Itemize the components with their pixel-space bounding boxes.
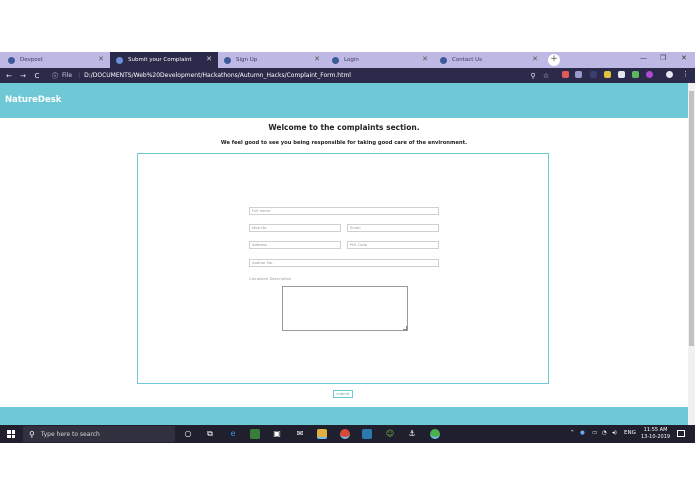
- reload-icon[interactable]: C: [30, 72, 44, 80]
- language-indicator[interactable]: ENG: [624, 430, 636, 436]
- windows-taskbar: ⚲ Type here to search ○ ⧉ e ▣ ✉ ☺ ⚓ ⌃ ● …: [0, 425, 695, 443]
- bluetooth-icon[interactable]: ●: [580, 430, 585, 436]
- full-name-input[interactable]: Full name: [249, 207, 439, 215]
- task-view-icon[interactable]: ⧉: [205, 429, 215, 439]
- scrollbar-thumb[interactable]: [689, 91, 694, 346]
- resize-handle-icon[interactable]: [403, 326, 407, 330]
- pincode-input[interactable]: PIN Code: [347, 241, 439, 249]
- app-icon[interactable]: ⚓: [407, 429, 417, 439]
- taskbar-clock[interactable]: 11:55 AM 13-10-2019: [641, 427, 670, 441]
- close-icon[interactable]: ✕: [422, 55, 428, 63]
- aadhar-number-input[interactable]: Aadhar No.: [249, 259, 439, 267]
- chrome-icon[interactable]: [340, 429, 350, 439]
- extension-icon[interactable]: [632, 71, 639, 78]
- tab-contact-us[interactable]: Contact Us ✕: [434, 52, 544, 68]
- extension-icon[interactable]: [590, 71, 597, 78]
- vscode-icon[interactable]: [362, 429, 372, 439]
- address-bar[interactable]: ⓘ File | D:/DOCUMENTS/Web%20Development/…: [52, 70, 552, 81]
- tab-sign-up[interactable]: Sign Up ✕: [218, 52, 326, 68]
- network-icon[interactable]: ▭: [592, 430, 597, 436]
- page-scrollbar[interactable]: [688, 83, 695, 425]
- info-icon[interactable]: ⓘ: [52, 71, 58, 80]
- close-icon[interactable]: ✕: [532, 55, 538, 63]
- photos-app-icon[interactable]: [250, 429, 260, 439]
- complaint-description-label: Complaint Description: [249, 276, 292, 281]
- mail-icon[interactable]: ✉: [295, 429, 305, 439]
- separator: |: [78, 72, 81, 79]
- url-text: D:/DOCUMENTS/Web%20Development/Hackathon…: [84, 72, 351, 79]
- app-icon[interactable]: [430, 429, 440, 439]
- windows-start-icon[interactable]: [7, 430, 15, 438]
- file-explorer-icon[interactable]: [317, 429, 327, 439]
- devpost-favicon-icon: [8, 56, 15, 64]
- menu-kebab-icon[interactable]: ⋮: [682, 71, 689, 78]
- store-icon[interactable]: ▣: [272, 429, 282, 439]
- close-icon[interactable]: ✕: [314, 55, 320, 63]
- page-favicon-icon: [440, 56, 447, 64]
- mobile-number-input[interactable]: Mob No.: [249, 224, 341, 232]
- extension-icon[interactable]: [618, 71, 625, 78]
- search-placeholder: Type here to search: [40, 430, 100, 438]
- complaint-description-textarea[interactable]: [282, 286, 408, 331]
- wifi-icon[interactable]: ◔: [602, 430, 607, 436]
- site-navbar: NatureDesk: [0, 83, 688, 118]
- page-subtitle: We feel good to see you being responsibl…: [220, 140, 468, 146]
- clock-date: 13-10-2019: [641, 434, 671, 440]
- tab-submit-complaint[interactable]: Submit your Complaint ✕: [110, 52, 218, 68]
- search-icon: ⚲: [29, 429, 35, 439]
- edge-icon[interactable]: e: [228, 429, 238, 439]
- minimize-icon[interactable]: —: [640, 54, 647, 62]
- tab-title: Sign Up: [236, 57, 258, 63]
- site-footer: [0, 407, 688, 425]
- clock-time: 11:55 AM: [643, 427, 668, 433]
- zoom-icon[interactable]: ⚲: [526, 72, 540, 80]
- extension-icon[interactable]: [604, 71, 611, 78]
- site-brand[interactable]: NatureDesk: [5, 95, 61, 105]
- volume-icon[interactable]: ◂): [612, 430, 617, 436]
- tab-login[interactable]: Login ✕: [326, 52, 434, 68]
- tab-title: Login: [344, 57, 359, 63]
- page-favicon-icon: [224, 56, 231, 64]
- taskbar-search-box[interactable]: ⚲ Type here to search: [23, 426, 175, 442]
- new-tab-button[interactable]: +: [548, 54, 560, 66]
- page-title: Welcome to the complaints section.: [268, 123, 420, 132]
- action-center-icon[interactable]: [677, 430, 685, 437]
- bookmark-star-icon[interactable]: ☆: [539, 72, 553, 80]
- complaint-form: Full name Mob No. Email Address PIN Code…: [137, 153, 549, 384]
- email-input[interactable]: Email: [347, 224, 439, 232]
- android-studio-icon[interactable]: ☺: [385, 429, 395, 439]
- extension-icon[interactable]: [575, 71, 582, 78]
- tray-chevron-icon[interactable]: ⌃: [570, 430, 575, 436]
- forward-icon[interactable]: →: [16, 72, 30, 80]
- close-icon[interactable]: ✕: [98, 55, 104, 63]
- page-viewport: NatureDesk Welcome to the complaints sec…: [0, 83, 688, 425]
- tab-title: Submit your Complaint: [128, 57, 192, 63]
- extension-icon[interactable]: [646, 71, 653, 78]
- browser-tab-strip: Devpost ✕ Submit your Complaint ✕ Sign U…: [0, 52, 695, 68]
- extension-icon[interactable]: [562, 71, 569, 78]
- profile-avatar-icon[interactable]: [666, 71, 673, 78]
- cortana-icon[interactable]: ○: [183, 429, 193, 439]
- screen: Devpost ✕ Submit your Complaint ✕ Sign U…: [0, 0, 695, 494]
- page-favicon-icon: [116, 56, 123, 64]
- scheme-label: File: [62, 72, 73, 79]
- tab-title: Contact Us: [452, 57, 483, 63]
- submit-button[interactable]: submit: [333, 390, 353, 398]
- back-icon[interactable]: ←: [2, 72, 16, 80]
- tab-title: Devpost: [20, 57, 43, 63]
- tab-devpost[interactable]: Devpost ✕: [2, 52, 110, 68]
- address-input[interactable]: Address: [249, 241, 341, 249]
- window-close-icon[interactable]: ✕: [681, 54, 687, 62]
- close-icon[interactable]: ✕: [206, 55, 212, 63]
- page-favicon-icon: [332, 56, 339, 64]
- maximize-icon[interactable]: ❐: [660, 54, 666, 62]
